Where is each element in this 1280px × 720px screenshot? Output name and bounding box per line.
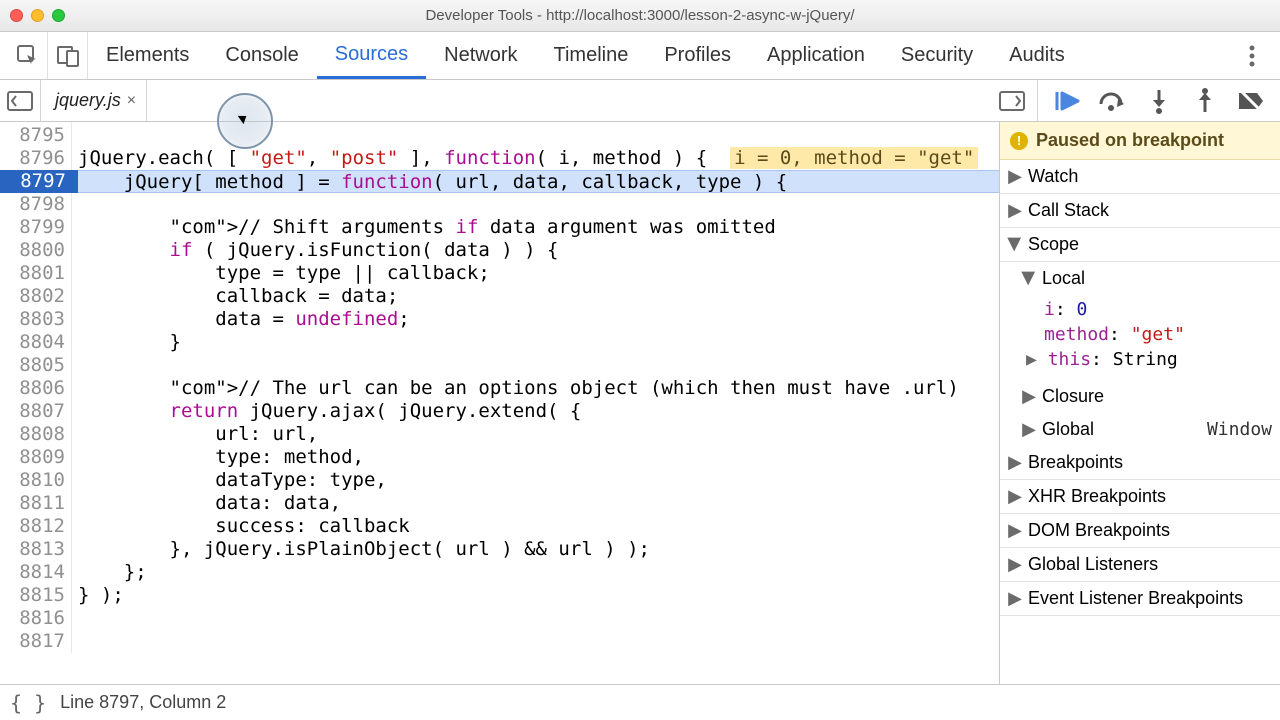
device-toggle-button[interactable] (48, 32, 88, 79)
code-line: url: url, (78, 423, 999, 446)
xhr-breakpoints-section[interactable]: ▶XHR Breakpoints (1000, 480, 1280, 514)
inline-value-hint: i = 0, method = "get" (730, 147, 978, 169)
sources-toolbar: jquery.js × (0, 80, 1280, 122)
global-listeners-section[interactable]: ▶Global Listeners (1000, 548, 1280, 582)
minimize-window-icon[interactable] (31, 9, 44, 22)
code-line: return jQuery.ajax( jQuery.extend( { (78, 400, 999, 423)
window-title: Developer Tools - http://localhost:3000/… (0, 7, 1280, 24)
code-line (78, 193, 999, 216)
code-line: jQuery[ method ] = function( url, data, … (78, 170, 999, 193)
code-line: type: method, (78, 446, 999, 469)
navigator-toggle-button[interactable] (0, 91, 40, 111)
step-into-button[interactable] (1136, 80, 1182, 122)
code-line: jQuery.each( [ "get", "post" ], function… (78, 147, 999, 170)
code-line (78, 607, 999, 630)
traffic-lights (10, 9, 65, 22)
pause-banner-text: Paused on breakpoint (1036, 130, 1224, 151)
inspect-element-button[interactable] (8, 32, 48, 79)
scope-local[interactable]: ▶Local (1000, 262, 1280, 295)
code-line: }, jQuery.isPlainObject( url ) && url ) … (78, 538, 999, 561)
code-line: } ); (78, 584, 999, 607)
close-file-tab-icon[interactable]: × (127, 92, 136, 110)
code-line: }; (78, 561, 999, 584)
code-line: if ( jQuery.isFunction( data ) ) { (78, 239, 999, 262)
code-line: data = undefined; (78, 308, 999, 331)
debugger-sidebar: ! Paused on breakpoint ▶Watch ▶Call Stac… (1000, 122, 1280, 684)
zoom-window-icon[interactable] (52, 9, 65, 22)
window-titlebar: Developer Tools - http://localhost:3000/… (0, 0, 1280, 32)
debug-controls (1038, 80, 1280, 122)
code-line (78, 124, 999, 147)
breakpoint-marker[interactable]: 8797 (0, 170, 78, 193)
tab-console[interactable]: Console (207, 32, 316, 79)
code-line: dataType: type, (78, 469, 999, 492)
code-line: data: data, (78, 492, 999, 515)
scope-global[interactable]: ▶GlobalWindow (1000, 413, 1280, 446)
tab-network[interactable]: Network (426, 32, 535, 79)
scope-var-i: i: 0 (1008, 297, 1272, 322)
code-line: callback = data; (78, 285, 999, 308)
code-editor[interactable]: 87958796 8798879988008801880288038804880… (0, 122, 1000, 684)
debugger-pane-toggle-button[interactable] (987, 91, 1037, 111)
file-tab-jquery[interactable]: jquery.js × (41, 80, 147, 121)
tab-application[interactable]: Application (749, 32, 883, 79)
scope-var-method: method: "get" (1008, 322, 1272, 347)
tab-elements[interactable]: Elements (88, 32, 207, 79)
scope-closure[interactable]: ▶Closure (1000, 380, 1280, 413)
tab-timeline[interactable]: Timeline (536, 32, 647, 79)
tab-audits[interactable]: Audits (991, 32, 1083, 79)
step-out-button[interactable] (1182, 80, 1228, 122)
local-scope-values: i: 0 method: "get" ▶ this: String (1000, 295, 1280, 380)
resume-button[interactable] (1044, 80, 1090, 122)
event-listener-bp-section[interactable]: ▶Event Listener Breakpoints (1000, 582, 1280, 616)
code-line: } (78, 331, 999, 354)
deactivate-breakpoints-button[interactable] (1228, 80, 1274, 122)
dom-breakpoints-section[interactable]: ▶DOM Breakpoints (1000, 514, 1280, 548)
code-line: type = type || callback; (78, 262, 999, 285)
file-tab-label: jquery.js (55, 90, 121, 111)
code-line (78, 354, 999, 377)
callstack-section[interactable]: ▶Call Stack (1000, 194, 1280, 228)
scope-var-this[interactable]: ▶ this: String (1008, 347, 1272, 372)
step-over-button[interactable] (1090, 80, 1136, 122)
overflow-menu-button[interactable] (1232, 32, 1272, 79)
scope-section[interactable]: ▶Scope (1000, 228, 1280, 262)
devtools-tabs: ElementsConsoleSourcesNetworkTimelinePro… (0, 32, 1280, 80)
warning-icon: ! (1010, 132, 1028, 150)
line-number-gutter[interactable]: 87958796 8798879988008801880288038804880… (0, 122, 72, 653)
cursor-position-label: Line 8797, Column 2 (60, 692, 226, 713)
tab-sources[interactable]: Sources (317, 32, 426, 79)
pause-banner: ! Paused on breakpoint (1000, 122, 1280, 160)
tab-security[interactable]: Security (883, 32, 991, 79)
code-line: success: callback (78, 515, 999, 538)
breakpoints-section[interactable]: ▶Breakpoints (1000, 446, 1280, 480)
watch-section[interactable]: ▶Watch (1000, 160, 1280, 194)
close-window-icon[interactable] (10, 9, 23, 22)
tab-profiles[interactable]: Profiles (646, 32, 749, 79)
code-line: "com">// The url can be an options objec… (78, 377, 999, 400)
pretty-print-button[interactable]: { } (10, 691, 46, 715)
code-line: "com">// Shift arguments if data argumen… (78, 216, 999, 239)
status-bar: { } Line 8797, Column 2 (0, 684, 1280, 720)
code-line (78, 630, 999, 653)
